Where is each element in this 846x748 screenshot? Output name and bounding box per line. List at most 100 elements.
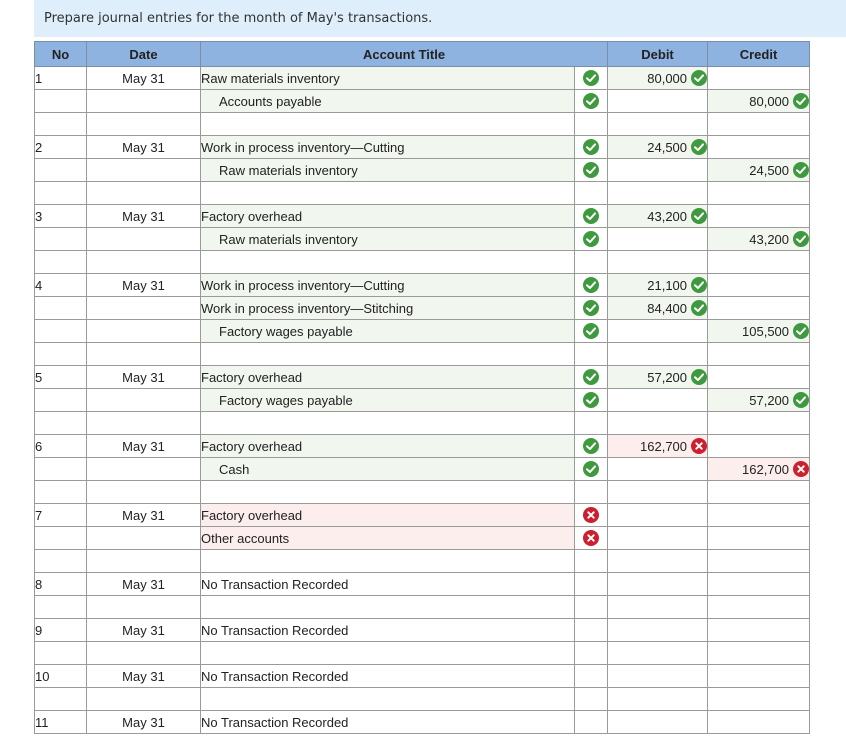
date-cell[interactable]: May 31 — [86, 618, 201, 642]
account-title-cell[interactable] — [200, 595, 575, 619]
credit-cell[interactable] — [707, 135, 811, 159]
debit-cell[interactable] — [607, 158, 709, 182]
account-title-cell[interactable]: Work in process inventory—Cutting — [200, 273, 575, 297]
date-cell[interactable] — [86, 687, 201, 711]
credit-cell[interactable] — [707, 112, 811, 136]
account-title-cell[interactable] — [200, 112, 575, 136]
debit-cell[interactable] — [607, 480, 709, 504]
credit-cell[interactable] — [707, 66, 811, 90]
credit-cell[interactable] — [707, 664, 811, 688]
debit-cell[interactable] — [607, 664, 709, 688]
date-cell[interactable]: May 31 — [86, 204, 201, 228]
account-title-cell[interactable]: Raw materials inventory — [200, 158, 575, 182]
date-cell[interactable] — [86, 526, 201, 550]
credit-cell[interactable] — [707, 549, 811, 573]
debit-cell[interactable] — [607, 526, 709, 550]
credit-cell[interactable] — [707, 296, 811, 320]
date-cell[interactable] — [86, 549, 201, 573]
debit-cell[interactable]: 21,100 — [607, 273, 709, 297]
account-title-cell[interactable] — [200, 687, 575, 711]
account-title-cell[interactable]: No Transaction Recorded — [200, 618, 575, 642]
date-cell[interactable] — [86, 480, 201, 504]
debit-cell[interactable] — [607, 457, 709, 481]
date-cell[interactable] — [86, 250, 201, 274]
date-cell[interactable] — [86, 158, 201, 182]
account-title-cell[interactable]: Other accounts — [200, 526, 575, 550]
account-title-cell[interactable] — [200, 342, 575, 366]
account-title-cell[interactable]: Work in process inventory—Cutting — [200, 135, 575, 159]
date-cell[interactable] — [86, 342, 201, 366]
date-cell[interactable] — [86, 388, 201, 412]
date-cell[interactable]: May 31 — [86, 273, 201, 297]
credit-cell[interactable] — [707, 411, 811, 435]
debit-cell[interactable] — [607, 549, 709, 573]
credit-cell[interactable]: 80,000 — [707, 89, 811, 113]
account-title-cell[interactable]: No Transaction Recorded — [200, 572, 575, 596]
credit-cell[interactable] — [707, 641, 811, 665]
credit-cell[interactable] — [707, 204, 811, 228]
debit-cell[interactable] — [607, 411, 709, 435]
debit-cell[interactable] — [607, 319, 709, 343]
credit-cell[interactable]: 57,200 — [707, 388, 811, 412]
debit-cell[interactable] — [607, 687, 709, 711]
date-cell[interactable]: May 31 — [86, 365, 201, 389]
account-title-cell[interactable]: No Transaction Recorded — [200, 710, 575, 734]
account-title-cell[interactable]: Factory overhead — [200, 365, 575, 389]
debit-cell[interactable] — [607, 112, 709, 136]
date-cell[interactable]: May 31 — [86, 434, 201, 458]
account-title-cell[interactable] — [200, 411, 575, 435]
debit-cell[interactable] — [607, 641, 709, 665]
debit-cell[interactable]: 80,000 — [607, 66, 709, 90]
credit-cell[interactable] — [707, 342, 811, 366]
credit-cell[interactable] — [707, 595, 811, 619]
account-title-cell[interactable] — [200, 549, 575, 573]
date-cell[interactable] — [86, 112, 201, 136]
debit-cell[interactable]: 43,200 — [607, 204, 709, 228]
credit-cell[interactable] — [707, 618, 811, 642]
debit-cell[interactable]: 84,400 — [607, 296, 709, 320]
account-title-cell[interactable]: No Transaction Recorded — [200, 664, 575, 688]
debit-cell[interactable] — [607, 388, 709, 412]
credit-cell[interactable]: 24,500 — [707, 158, 811, 182]
credit-cell[interactable]: 43,200 — [707, 227, 811, 251]
date-cell[interactable]: May 31 — [86, 66, 201, 90]
date-cell[interactable] — [86, 595, 201, 619]
account-title-cell[interactable]: Factory overhead — [200, 434, 575, 458]
account-title-cell[interactable]: Factory overhead — [200, 503, 575, 527]
credit-cell[interactable] — [707, 503, 811, 527]
date-cell[interactable]: May 31 — [86, 572, 201, 596]
date-cell[interactable] — [86, 296, 201, 320]
debit-cell[interactable] — [607, 181, 709, 205]
account-title-cell[interactable]: Raw materials inventory — [200, 227, 575, 251]
debit-cell[interactable]: 24,500 — [607, 135, 709, 159]
credit-cell[interactable]: 105,500 — [707, 319, 811, 343]
account-title-cell[interactable]: Raw materials inventory — [200, 66, 575, 90]
credit-cell[interactable] — [707, 572, 811, 596]
debit-cell[interactable]: 57,200 — [607, 365, 709, 389]
credit-cell[interactable] — [707, 273, 811, 297]
date-cell[interactable] — [86, 319, 201, 343]
account-title-cell[interactable]: Work in process inventory—Stitching — [200, 296, 575, 320]
account-title-cell[interactable]: Factory wages payable — [200, 319, 575, 343]
date-cell[interactable]: May 31 — [86, 135, 201, 159]
debit-cell[interactable] — [607, 227, 709, 251]
account-title-cell[interactable]: Factory wages payable — [200, 388, 575, 412]
credit-cell[interactable] — [707, 365, 811, 389]
account-title-cell[interactable]: Accounts payable — [200, 89, 575, 113]
debit-cell[interactable] — [607, 342, 709, 366]
debit-cell[interactable] — [607, 503, 709, 527]
credit-cell[interactable] — [707, 526, 811, 550]
credit-cell[interactable] — [707, 434, 811, 458]
account-title-cell[interactable]: Factory overhead — [200, 204, 575, 228]
debit-cell[interactable] — [607, 572, 709, 596]
date-cell[interactable] — [86, 89, 201, 113]
debit-cell[interactable] — [607, 618, 709, 642]
account-title-cell[interactable] — [200, 641, 575, 665]
account-title-cell[interactable] — [200, 480, 575, 504]
account-title-cell[interactable] — [200, 250, 575, 274]
date-cell[interactable]: May 31 — [86, 503, 201, 527]
debit-cell[interactable]: 162,700 — [607, 434, 709, 458]
debit-cell[interactable] — [607, 595, 709, 619]
account-title-cell[interactable] — [200, 181, 575, 205]
account-title-cell[interactable]: Cash — [200, 457, 575, 481]
